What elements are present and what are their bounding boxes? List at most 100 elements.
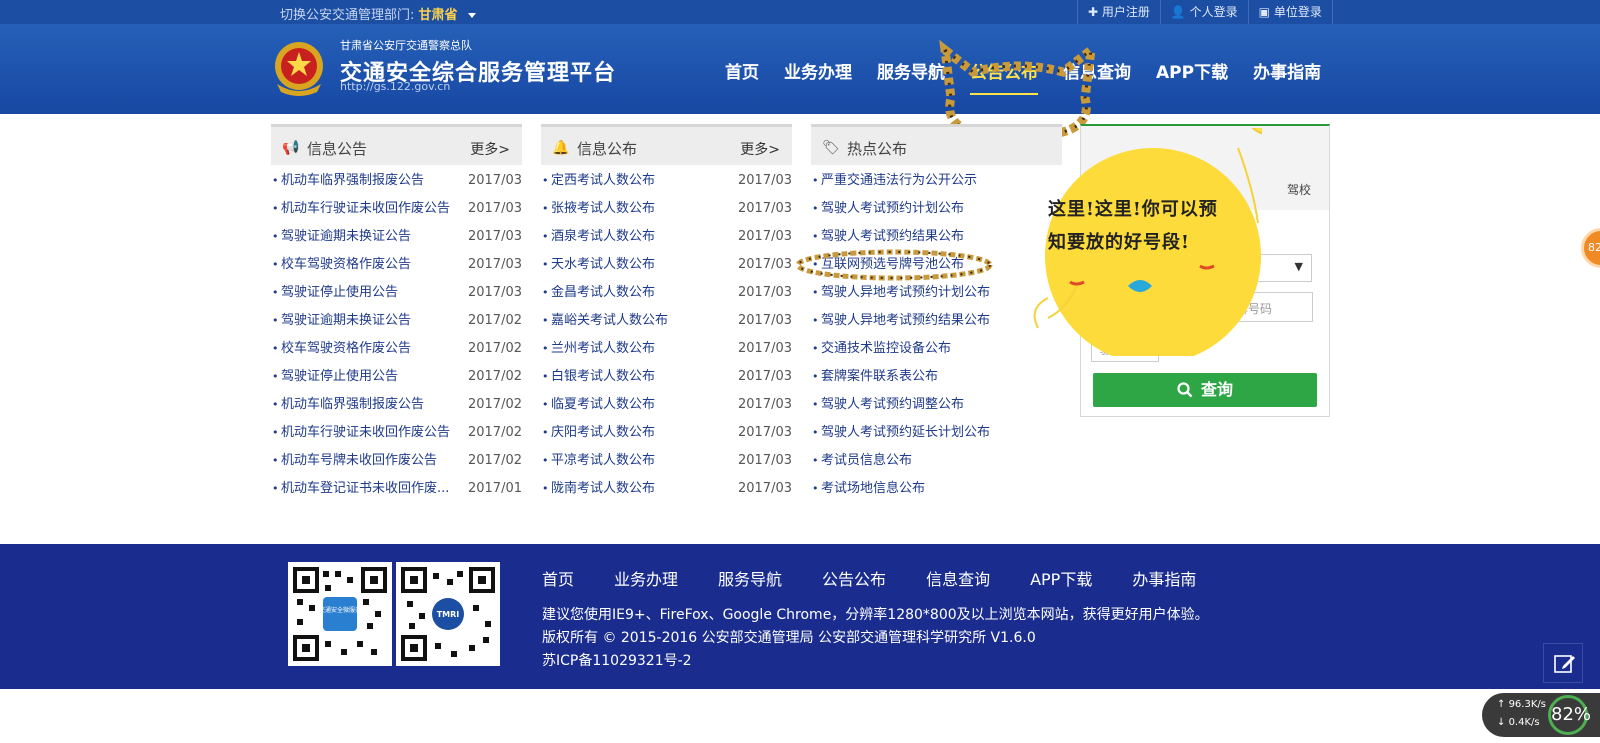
dept-value[interactable]: 甘肃省: [419, 8, 458, 23]
qr-label-2: TMRI: [437, 610, 460, 619]
notice-list: • 机动车临界强制报废公告 2017/03 • 机动车行驶证未收回作废公告 2017/0…: [271, 167, 522, 503]
megaphone-icon: 📢: [282, 140, 300, 156]
network-speed-widget: ↑ 96.3K/s ↓ 0.4K/s 82%: [1482, 693, 1600, 737]
footer-nav-info-query[interactable]: 信息查询: [926, 566, 990, 590]
more-link[interactable]: 更多>: [470, 139, 510, 159]
company-login-label: 单位登录: [1273, 5, 1322, 19]
query-button-label: 查询: [1200, 380, 1233, 399]
bubble-line-1: 这里!这里!你可以预: [1048, 199, 1218, 220]
side-float-badge[interactable]: 82: [1581, 228, 1600, 268]
list-item[interactable]: • 机动车号牌未收回作废公告 2017/02: [271, 447, 522, 475]
user-icon: 👤: [1170, 5, 1190, 19]
personal-login-link[interactable]: 👤 个人登录: [1159, 0, 1248, 24]
site-footer: 交通安全微服务 TMRI 首页 业务办理 服务导航 公告公布 信息查询 APP下…: [0, 544, 1600, 689]
list-item[interactable]: • 临夏考试人数公布 2017/03: [541, 391, 792, 419]
leopard-cat-head-decoration: [939, 39, 1097, 138]
police-emblem-logo[interactable]: [271, 40, 327, 98]
nav-guide[interactable]: 办事指南: [1253, 58, 1321, 83]
copyright-text: 版权所有 © 2015-2016 公安部交通管理局 公安部交通管理科学研究所 V…: [542, 630, 1036, 646]
list-item[interactable]: • 金昌考试人数公布 2017/03: [541, 279, 792, 307]
list-item[interactable]: • 酒泉考试人数公布 2017/03: [541, 223, 792, 251]
list-item[interactable]: • 机动车登记证书未收回作废... 2017/01: [271, 475, 522, 503]
list-item[interactable]: • 张掖考试人数公布 2017/03: [541, 195, 792, 223]
list-item[interactable]: • 定西考试人数公布 2017/03: [541, 167, 792, 195]
more-link[interactable]: 更多>: [740, 139, 780, 159]
account-links: ✚ 用户注册 👤 个人登录 ▣ 单位登录: [1077, 0, 1333, 24]
personal-login-label: 个人登录: [1189, 5, 1238, 19]
panel-header: 📢 信息公告 更多>: [271, 124, 522, 165]
list-item[interactable]: • 校车驾驶资格作废公告 2017/02: [271, 335, 522, 363]
nav-home[interactable]: 首页: [725, 58, 759, 83]
bubble-line-2: 知要放的好号段!: [1048, 232, 1190, 253]
browser-notice: 建议您使用IE9+、FireFox、Google Chrome，分辨率1280*…: [542, 607, 1209, 623]
qr-label-1: 交通安全微服务: [319, 606, 361, 614]
list-item[interactable]: • 天水考试人数公布 2017/03: [541, 251, 792, 279]
upload-speed: ↑ 96.3K/s: [1497, 699, 1546, 710]
list-item[interactable]: • 庆阳考试人数公布 2017/03: [541, 419, 792, 447]
list-item[interactable]: • 嘉峪关考试人数公布 2017/03: [541, 307, 792, 335]
publish-list: • 定西考试人数公布 2017/03 • 张掖考试人数公布 2017/03 • 酒泉考试人…: [541, 167, 792, 503]
footer-nav-home[interactable]: 首页: [542, 566, 574, 590]
plus-icon: ✚: [1088, 5, 1102, 19]
list-item[interactable]: • 陇南考试人数公布 2017/03: [541, 475, 792, 503]
list-item[interactable]: • 驾驶证逾期未换证公告 2017/02: [271, 307, 522, 335]
list-item[interactable]: • 套牌案件联系表公布: [811, 363, 1062, 391]
site-header: 甘肃省公安厅交通警察总队 交通安全综合服务管理平台 http://gs.122.…: [0, 24, 1600, 138]
panel-header: 🔔 信息公布 更多>: [541, 124, 792, 165]
org-name: 甘肃省公安厅交通警察总队: [340, 39, 472, 52]
app-qr-code: TMRI: [396, 562, 500, 666]
list-item[interactable]: • 交通技术监控设备公布: [811, 335, 1062, 363]
list-item[interactable]: • 校车驾驶资格作废公告 2017/03: [271, 251, 522, 279]
list-item[interactable]: • 白银考试人数公布 2017/03: [541, 363, 792, 391]
memory-percent[interactable]: 82%: [1548, 695, 1591, 735]
edit-icon: [1554, 655, 1575, 673]
list-item[interactable]: • 严重交通违法行为公开公示: [811, 167, 1062, 195]
list-item[interactable]: • 驾驶证停止使用公告 2017/03: [271, 279, 522, 307]
panel-title: 热点公布: [847, 140, 908, 158]
promo-bubble-text: 这里!这里!你可以预 知要放的好号段!: [1048, 193, 1248, 259]
plate-prefix-select[interactable]: ▼: [1256, 254, 1312, 282]
tab-driving-school[interactable]: 驾校: [1287, 181, 1311, 198]
nav-app-download[interactable]: APP下载: [1156, 58, 1228, 83]
company-login-link[interactable]: ▣ 单位登录: [1247, 0, 1333, 24]
download-speed: ↓ 0.4K/s: [1497, 717, 1540, 728]
register-link[interactable]: ✚ 用户注册: [1077, 0, 1160, 24]
caret-down-icon[interactable]: [467, 13, 476, 18]
footer-nav-announcements[interactable]: 公告公布: [822, 566, 886, 590]
list-item[interactable]: • 考试员信息公布: [811, 447, 1062, 475]
panel-info-notice: 📢 信息公告 更多> • 机动车临界强制报废公告 2017/03 • 机动车行驶证未收…: [271, 124, 522, 503]
list-item[interactable]: • 平凉考试人数公布 2017/03: [541, 447, 792, 475]
feedback-button[interactable]: [1543, 643, 1583, 683]
register-label: 用户注册: [1101, 5, 1150, 19]
panel-header: 🏷 热点公布: [811, 124, 1062, 165]
bell-icon: 🔔: [552, 140, 570, 156]
wechat-qr-code: 交通安全微服务: [288, 562, 392, 666]
footer-nav-service-guide[interactable]: 服务导航: [718, 566, 782, 590]
list-item[interactable]: • 机动车临界强制报废公告 2017/02: [271, 391, 522, 419]
top-bar: 切换公安交通管理部门: 甘肃省 ✚ 用户注册 👤 个人登录 ▣ 单位登录: [0, 0, 1600, 24]
list-item[interactable]: • 机动车行驶证未收回作废公告 2017/02: [271, 419, 522, 447]
query-button[interactable]: 查询: [1093, 373, 1317, 407]
list-item[interactable]: • 机动车临界强制报废公告 2017/03: [271, 167, 522, 195]
footer-nav-app-download[interactable]: APP下载: [1030, 566, 1092, 590]
list-item[interactable]: • 驾驶人考试预约结果公布: [811, 223, 1062, 251]
list-item[interactable]: • 驾驶证逾期未换证公告 2017/03: [271, 223, 522, 251]
nav-business[interactable]: 业务办理: [784, 58, 852, 83]
icp-text[interactable]: 苏ICP备11029321号-2: [542, 650, 692, 670]
footer-nav-guide[interactable]: 办事指南: [1132, 566, 1196, 590]
list-item[interactable]: • 兰州考试人数公布 2017/03: [541, 335, 792, 363]
list-item[interactable]: • 驾驶人考试预约延长计划公布: [811, 419, 1062, 447]
hot-list: • 严重交通违法行为公开公示 • 驾驶人考试预约计划公布 • 驾驶人考试预约结果公布 …: [811, 167, 1062, 503]
chevron-down-icon: ▼: [1294, 260, 1303, 273]
list-item[interactable]: • 驾驶人考试预约调整公布: [811, 391, 1062, 419]
footer-nav-business[interactable]: 业务办理: [614, 566, 678, 590]
list-item[interactable]: • 驾驶证停止使用公告 2017/02: [271, 363, 522, 391]
list-item[interactable]: • 驾驶人考试预约计划公布: [811, 195, 1062, 223]
list-item[interactable]: • 考试场地信息公布: [811, 475, 1062, 503]
list-item[interactable]: • 机动车行驶证未收回作废公告 2017/03: [271, 195, 522, 223]
panel-title: 信息公布: [577, 140, 638, 158]
list-item[interactable]: • 驾驶人异地考试预约计划公布: [811, 279, 1062, 307]
site-url: http://gs.122.gov.cn: [340, 80, 451, 93]
dept-switcher[interactable]: 切换公安交通管理部门: 甘肃省: [280, 4, 476, 23]
list-item[interactable]: • 驾驶人异地考试预约结果公布: [811, 307, 1062, 335]
